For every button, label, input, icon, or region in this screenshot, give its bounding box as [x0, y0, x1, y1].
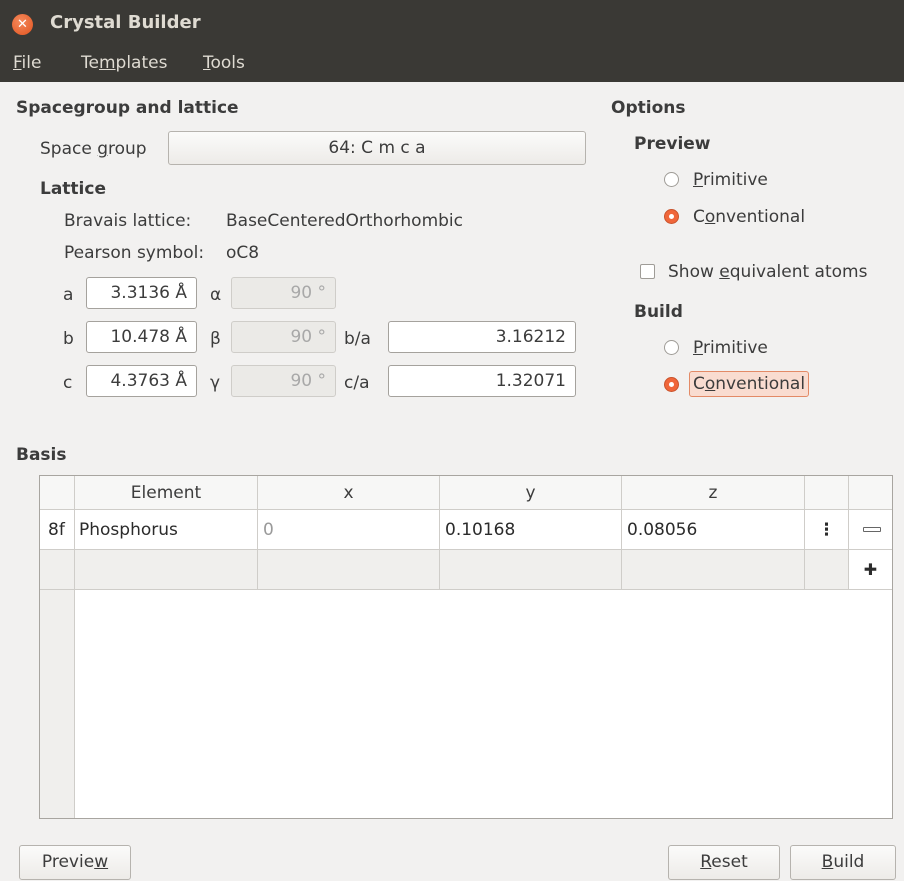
preview-primitive-radio[interactable] [664, 172, 679, 187]
build-options-title: Build [634, 302, 683, 322]
build-primitive-radio[interactable] [664, 340, 679, 355]
options-title: Options [611, 98, 686, 118]
ca-ratio-input[interactable]: 1.32071 [388, 365, 576, 397]
bravais-label: Bravais lattice: [64, 211, 192, 231]
beta-angle-input[interactable]: 90 ° [231, 321, 336, 353]
column-header-spacer [805, 476, 849, 510]
a-label: a [63, 285, 74, 305]
row-header-corner [40, 476, 75, 510]
menu-tools[interactable]: Tools [203, 53, 245, 73]
c-length-input[interactable]: 4.3763 Å [86, 365, 197, 397]
build-button[interactable]: Build [790, 845, 896, 880]
remove-row-button[interactable] [849, 510, 892, 550]
element-cell[interactable]: Phosphorus [75, 510, 258, 550]
close-window-button[interactable]: ✕ [12, 14, 33, 35]
minus-icon [863, 527, 881, 532]
space-group-combo[interactable]: 64: C m c a [168, 131, 586, 165]
plus-icon: ✚ [863, 560, 878, 579]
alpha-label: α [210, 285, 222, 305]
pearson-label: Pearson symbol: [64, 243, 205, 263]
y-cell[interactable]: 0.10168 [440, 510, 622, 550]
empty-row-header [40, 550, 75, 590]
empty-z-cell[interactable] [622, 550, 805, 590]
row-header-gutter [40, 590, 75, 818]
build-primitive-label[interactable]: Primitive [693, 338, 768, 358]
add-row-button[interactable]: ✚ [849, 550, 892, 590]
ca-ratio-label: c/a [344, 373, 370, 393]
b-label: b [63, 329, 74, 349]
basis-title: Basis [16, 445, 67, 465]
drag-handle-icon[interactable]: ⋮ [805, 510, 849, 550]
ba-ratio-input[interactable]: 3.16212 [388, 321, 576, 353]
beta-label: β [210, 329, 221, 349]
show-equivalent-atoms-label[interactable]: Show equivalent atoms [668, 262, 867, 282]
build-conventional-label[interactable]: Conventional [689, 371, 810, 397]
alpha-angle-input[interactable]: 90 ° [231, 277, 336, 309]
preview-primitive-label[interactable]: Primitive [693, 170, 768, 190]
window-title: Crystal Builder [50, 12, 201, 33]
column-header-x[interactable]: x [258, 476, 440, 510]
preview-conventional-radio[interactable] [664, 209, 679, 224]
lattice-title: Lattice [40, 179, 106, 199]
preview-conventional-label[interactable]: Conventional [693, 207, 805, 227]
space-group-label: Space group [40, 139, 147, 159]
basis-table[interactable]: Element x y z 8f Phosphorus 0 0.10168 0.… [39, 475, 893, 819]
column-header-element[interactable]: Element [75, 476, 258, 510]
gamma-angle-input[interactable]: 90 ° [231, 365, 336, 397]
gamma-label: γ [210, 373, 221, 393]
preview-button[interactable]: Preview [19, 845, 131, 880]
empty-y-cell[interactable] [440, 550, 622, 590]
menu-file[interactable]: File [13, 53, 41, 73]
column-header-y[interactable]: y [440, 476, 622, 510]
ba-ratio-label: b/a [344, 329, 371, 349]
empty-element-cell[interactable] [75, 550, 258, 590]
column-header-z[interactable]: z [622, 476, 805, 510]
a-length-input[interactable]: 3.3136 Å [86, 277, 197, 309]
wyckoff-cell: 8f [40, 510, 75, 550]
preview-options-title: Preview [634, 134, 711, 154]
x-cell[interactable]: 0 [258, 510, 440, 550]
pearson-value: oC8 [226, 243, 260, 263]
spacegroup-section-title: Spacegroup and lattice [16, 98, 239, 118]
bravais-value: BaseCenteredOrthorhombic [226, 211, 463, 231]
close-icon: ✕ [17, 17, 28, 32]
b-length-input[interactable]: 10.478 Å [86, 321, 197, 353]
empty-x-cell[interactable] [258, 550, 440, 590]
z-cell[interactable]: 0.08056 [622, 510, 805, 550]
reset-button[interactable]: Reset [668, 845, 780, 880]
show-equivalent-atoms-checkbox[interactable] [640, 264, 655, 279]
build-conventional-radio[interactable] [664, 377, 679, 392]
c-label: c [63, 373, 73, 393]
menu-templates[interactable]: Templates [81, 53, 167, 73]
empty-spacer-cell [805, 550, 849, 590]
column-header-actions [849, 476, 892, 510]
